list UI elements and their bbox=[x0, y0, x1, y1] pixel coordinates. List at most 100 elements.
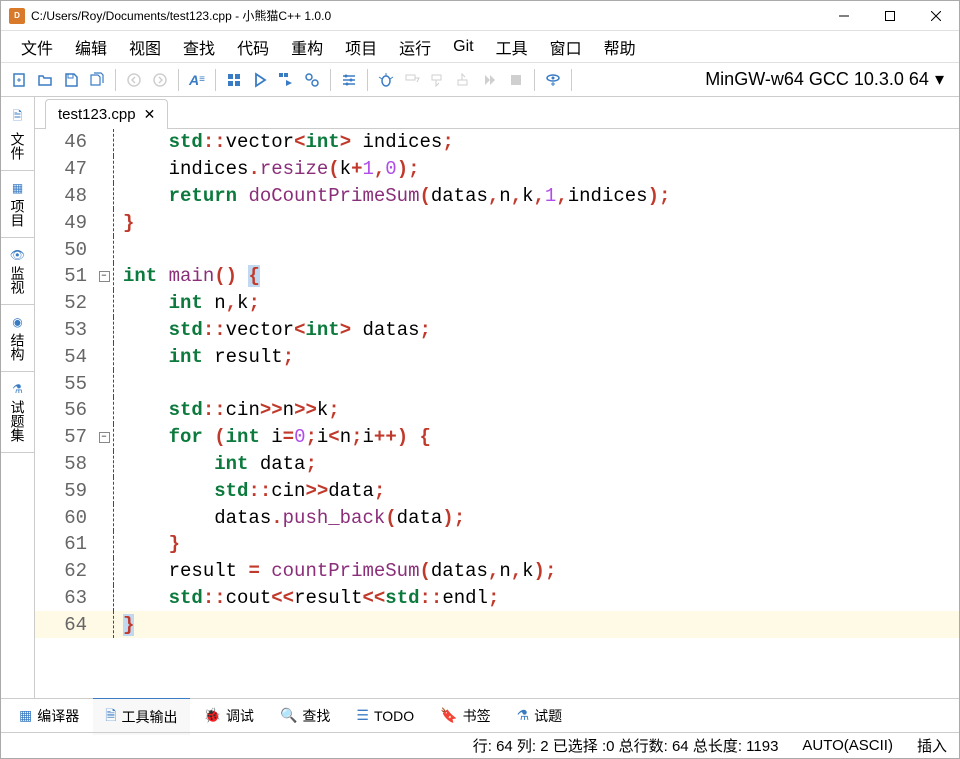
left-tab-watch[interactable]: 👁 监视 bbox=[1, 238, 34, 305]
close-icon bbox=[931, 11, 941, 21]
list-icon: ☰ bbox=[356, 707, 369, 724]
menu-window[interactable]: 窗口 bbox=[540, 31, 592, 63]
compile-run-icon bbox=[278, 72, 294, 88]
file-tab-close-button[interactable]: ✕ bbox=[144, 106, 156, 123]
file-tab-strip: test123.cpp ✕ bbox=[35, 97, 959, 129]
minimize-button[interactable] bbox=[821, 1, 867, 31]
debug-icon bbox=[378, 72, 394, 88]
options-button[interactable] bbox=[337, 68, 361, 92]
compiler-selector[interactable]: MinGW-w64 GCC 10.3.0 64 ▾ bbox=[696, 66, 953, 93]
fold-toggle[interactable]: − bbox=[99, 432, 110, 443]
watch-icon: 👁 bbox=[10, 248, 25, 262]
btab-todo[interactable]: ☰TODO bbox=[344, 701, 426, 730]
flask-icon: ⚗ bbox=[12, 382, 23, 396]
run-icon bbox=[252, 72, 268, 88]
left-tab-label: 项目 bbox=[8, 199, 28, 227]
step-over-button[interactable] bbox=[400, 68, 424, 92]
rebuild-button[interactable] bbox=[300, 68, 324, 92]
btab-tool-output[interactable]: 🗎工具输出 bbox=[93, 697, 189, 735]
btab-compiler[interactable]: ▦编译器 bbox=[7, 700, 91, 732]
left-tab-label: 试题集 bbox=[8, 400, 28, 442]
compile-button[interactable] bbox=[222, 68, 246, 92]
continue-icon bbox=[482, 72, 498, 88]
btab-debug[interactable]: 🐞调试 bbox=[192, 700, 266, 732]
menu-file[interactable]: 文件 bbox=[11, 31, 63, 63]
fold-toggle[interactable]: − bbox=[99, 271, 110, 282]
btab-problems[interactable]: ⚗试题 bbox=[505, 700, 575, 732]
save-icon bbox=[63, 72, 79, 88]
project-icon: ▦ bbox=[12, 181, 23, 195]
step-over-icon bbox=[404, 72, 420, 88]
add-watch-button[interactable] bbox=[541, 68, 565, 92]
left-tab-structure[interactable]: ◉结构 bbox=[1, 305, 34, 372]
bug-icon: 🐞 bbox=[204, 707, 221, 724]
flask-icon: ⚗ bbox=[517, 707, 530, 724]
status-encoding: AUTO(ASCII) bbox=[802, 737, 893, 754]
back-button[interactable] bbox=[122, 68, 146, 92]
step-into-button[interactable] bbox=[426, 68, 450, 92]
menu-refactor[interactable]: 重构 bbox=[281, 31, 333, 63]
save-button[interactable] bbox=[59, 68, 83, 92]
new-file-icon bbox=[11, 72, 27, 88]
left-tab-label: 监视 bbox=[8, 266, 28, 294]
menu-run[interactable]: 运行 bbox=[389, 31, 441, 63]
maximize-icon bbox=[885, 11, 895, 21]
btab-label: 试题 bbox=[534, 706, 562, 726]
compile-run-button[interactable] bbox=[274, 68, 298, 92]
btab-label: 查找 bbox=[302, 706, 330, 726]
menu-edit[interactable]: 编辑 bbox=[65, 31, 117, 63]
left-tab-project[interactable]: ▦ 项目 bbox=[1, 171, 34, 238]
menubar: 文件 编辑 视图 查找 代码 重构 项目 运行 Git 工具 窗口 帮助 bbox=[1, 31, 959, 63]
statusbar: 行: 64 列: 2 已选择 :0 总行数: 64 总长度: 1193 AUTO… bbox=[1, 732, 959, 758]
app-icon: D bbox=[9, 8, 25, 24]
forward-icon bbox=[152, 72, 168, 88]
reformat-icon: A bbox=[189, 72, 199, 88]
step-out-button[interactable] bbox=[452, 68, 476, 92]
compile-icon bbox=[226, 72, 242, 88]
reformat-button[interactable]: A≡ bbox=[185, 68, 209, 92]
menu-code[interactable]: 代码 bbox=[227, 31, 279, 63]
close-button[interactable] bbox=[913, 1, 959, 31]
toolbar: A≡ MinGW-w64 GCC 10.3.0 64 ▾ bbox=[1, 63, 959, 97]
left-tab-label: 结构 bbox=[8, 333, 28, 361]
btab-search[interactable]: 🔍 查找 bbox=[268, 700, 342, 732]
forward-button[interactable] bbox=[148, 68, 172, 92]
code-editor[interactable]: 46 std::vector<int> indices; 47 indices.… bbox=[35, 129, 959, 698]
left-tab-problems[interactable]: ⚗ 试题集 bbox=[1, 372, 34, 453]
minimize-icon bbox=[839, 11, 849, 21]
left-tab-files[interactable]: 🗎文件 bbox=[1, 97, 34, 171]
run-button[interactable] bbox=[248, 68, 272, 92]
step-out-icon bbox=[456, 72, 472, 88]
menu-git[interactable]: Git bbox=[443, 34, 483, 60]
chevron-down-icon: ▾ bbox=[935, 69, 944, 90]
watch-icon bbox=[545, 72, 561, 88]
menu-tools[interactable]: 工具 bbox=[486, 31, 538, 63]
menu-view[interactable]: 视图 bbox=[119, 31, 171, 63]
open-file-button[interactable] bbox=[33, 68, 57, 92]
continue-button[interactable] bbox=[478, 68, 502, 92]
new-file-button[interactable] bbox=[7, 68, 31, 92]
btab-label: 编译器 bbox=[37, 706, 79, 726]
stop-icon bbox=[508, 72, 524, 88]
titlebar: D C:/Users/Roy/Documents/test123.cpp - 小… bbox=[1, 1, 959, 31]
menu-search[interactable]: 查找 bbox=[173, 31, 225, 63]
stop-button[interactable] bbox=[504, 68, 528, 92]
compiler-label: MinGW-w64 GCC 10.3.0 64 bbox=[705, 69, 929, 90]
left-tab-strip: 🗎文件 ▦ 项目 👁 监视 ◉结构 ⚗ 试题集 bbox=[1, 97, 35, 698]
back-icon bbox=[126, 72, 142, 88]
step-into-icon bbox=[430, 72, 446, 88]
menu-help[interactable]: 帮助 bbox=[594, 31, 646, 63]
window-title: C:/Users/Roy/Documents/test123.cpp - 小熊猫… bbox=[31, 7, 821, 24]
maximize-button[interactable] bbox=[867, 1, 913, 31]
left-tab-label: 文件 bbox=[8, 132, 28, 160]
file-tab[interactable]: test123.cpp ✕ bbox=[45, 99, 168, 129]
menu-project[interactable]: 项目 bbox=[335, 31, 387, 63]
debug-button[interactable] bbox=[374, 68, 398, 92]
options-icon bbox=[341, 72, 357, 88]
save-all-button[interactable] bbox=[85, 68, 109, 92]
btab-bookmarks[interactable]: 🔖书签 bbox=[428, 700, 502, 732]
file-tab-name: test123.cpp bbox=[58, 106, 136, 123]
rebuild-icon bbox=[304, 72, 320, 88]
status-mode: 插入 bbox=[917, 735, 947, 756]
search-icon: 🔍 bbox=[280, 707, 297, 724]
